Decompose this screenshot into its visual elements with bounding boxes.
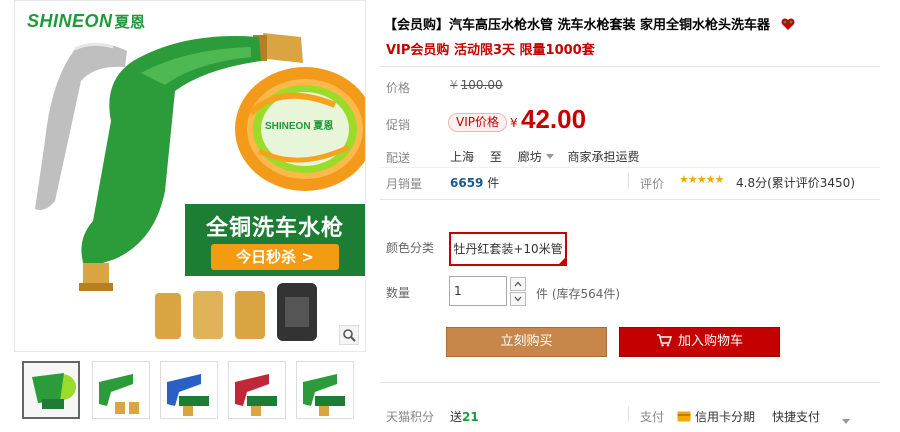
quantity-label: 数量	[386, 286, 411, 300]
rating-stars-icon: ★★★★★	[679, 173, 724, 186]
divider	[628, 406, 629, 422]
ship-from: 上海	[450, 150, 475, 164]
chevron-down-icon	[514, 296, 522, 302]
credit-installment[interactable]: 信用卡分期	[677, 408, 755, 425]
color-label: 颜色分类	[386, 241, 435, 255]
original-price-value: 100.00	[460, 78, 503, 92]
quantity-decrease-button[interactable]	[510, 292, 526, 306]
quantity-increase-button[interactable]	[510, 277, 526, 291]
rating-label: 评价	[640, 177, 665, 191]
rating-summary[interactable]: 4.8分(累计评价3450)	[736, 174, 855, 191]
thumb-active-arrow	[48, 361, 60, 362]
tmall-points-label: 天猫积分	[386, 410, 435, 424]
currency-symbol: ¥	[510, 116, 518, 130]
tmall-points-prefix: 送	[450, 410, 463, 424]
ship-to-selector[interactable]: 廊坊	[518, 150, 542, 164]
chevron-down-icon[interactable]	[545, 154, 554, 159]
divider	[380, 66, 880, 67]
divider	[380, 167, 880, 168]
stock-info: 件 (库存564件)	[536, 287, 621, 301]
promo-title: 全铜洗车水枪	[205, 216, 344, 241]
price-label: 价格	[386, 81, 411, 95]
monthly-sales: 6659 件	[450, 174, 499, 191]
shipping-label: 配送	[386, 151, 411, 165]
chevron-up-icon	[514, 281, 522, 287]
hose-brand-text: SHINEON 夏恩	[265, 120, 333, 132]
product-subtitle: VIP会员购 活动限3天 限量1000套	[386, 43, 595, 58]
flash-sale-tag: 今日秒杀 >	[211, 244, 339, 270]
payment-label: 支付	[640, 410, 665, 424]
credit-card-icon	[677, 411, 691, 422]
promo-banner: 全铜洗车水枪 今日秒杀 >	[185, 204, 365, 276]
vip-price-tag: VIP价格	[448, 113, 507, 132]
ship-to-word: 至	[489, 150, 502, 164]
add-to-cart-button[interactable]: 加入购物车	[619, 327, 780, 357]
product-title-text: 【会员购】汽车高压水枪水管 洗车水枪套装 家用全铜水枪头洗车器	[384, 18, 771, 33]
shipping-info: 上海 至 廊坊 商家承担运费	[450, 148, 652, 165]
payment-more-chevron-icon[interactable]	[842, 413, 850, 427]
product-info-panel: 【会员购】汽车高压水枪水管 洗车水枪套装 家用全铜水枪头洗车器 VIP会员购 活…	[380, 0, 900, 432]
rating-count: (累计评价3450)	[767, 176, 855, 190]
thumbnail-5[interactable]	[296, 361, 354, 419]
cart-icon	[656, 334, 672, 347]
product-illustration: SHINEON 夏恩	[35, 33, 365, 341]
quick-pay-label: 快捷支付	[772, 410, 821, 424]
original-price: ¥100.00	[450, 78, 503, 92]
currency-symbol: ¥	[450, 78, 458, 92]
rating-score: 4.8分	[736, 176, 768, 190]
color-option-label: 牡丹红套装+10米管	[453, 242, 563, 256]
product-gallery: SHINEON 夏恩 SHINEON 夏恩 全铜洗车水枪 今日秒杀 >	[0, 0, 367, 432]
promo-badge-icon	[781, 18, 795, 30]
shipping-fee: 商家承担运费	[567, 150, 640, 164]
credit-installment-label: 信用卡分期	[695, 410, 756, 424]
add-to-cart-label: 加入购物车	[677, 334, 743, 349]
color-option-selected[interactable]: 牡丹红套装+10米管	[449, 232, 567, 266]
quantity-input[interactable]	[449, 276, 507, 306]
thumbnail-strip	[14, 361, 366, 421]
selected-check-icon	[557, 256, 567, 266]
buy-now-button[interactable]: 立刻购买	[446, 327, 607, 357]
thumbnail-3[interactable]	[160, 361, 218, 419]
thumbnail-1[interactable]	[22, 361, 80, 419]
tmall-points: 送21	[450, 408, 479, 425]
thumbnail-4[interactable]	[228, 361, 286, 419]
divider	[628, 173, 629, 189]
thumbnail-2[interactable]	[92, 361, 150, 419]
monthly-sales-label: 月销量	[386, 177, 423, 191]
divider	[380, 199, 880, 200]
monthly-sales-value: 6659	[450, 176, 484, 190]
quick-pay[interactable]: 快捷支付	[772, 408, 820, 425]
zoom-icon[interactable]	[339, 325, 359, 345]
promo-price: 42.00	[521, 104, 587, 134]
tmall-points-value: 21	[462, 410, 479, 424]
product-title: 【会员购】汽车高压水枪水管 洗车水枪套装 家用全铜水枪头洗车器	[384, 14, 795, 33]
main-product-image[interactable]: SHINEON 夏恩 SHINEON 夏恩 全铜洗车水枪 今日秒杀 >	[14, 0, 366, 352]
divider	[380, 382, 880, 383]
promo-label: 促销	[386, 118, 411, 132]
monthly-sales-unit: 件	[487, 176, 500, 190]
